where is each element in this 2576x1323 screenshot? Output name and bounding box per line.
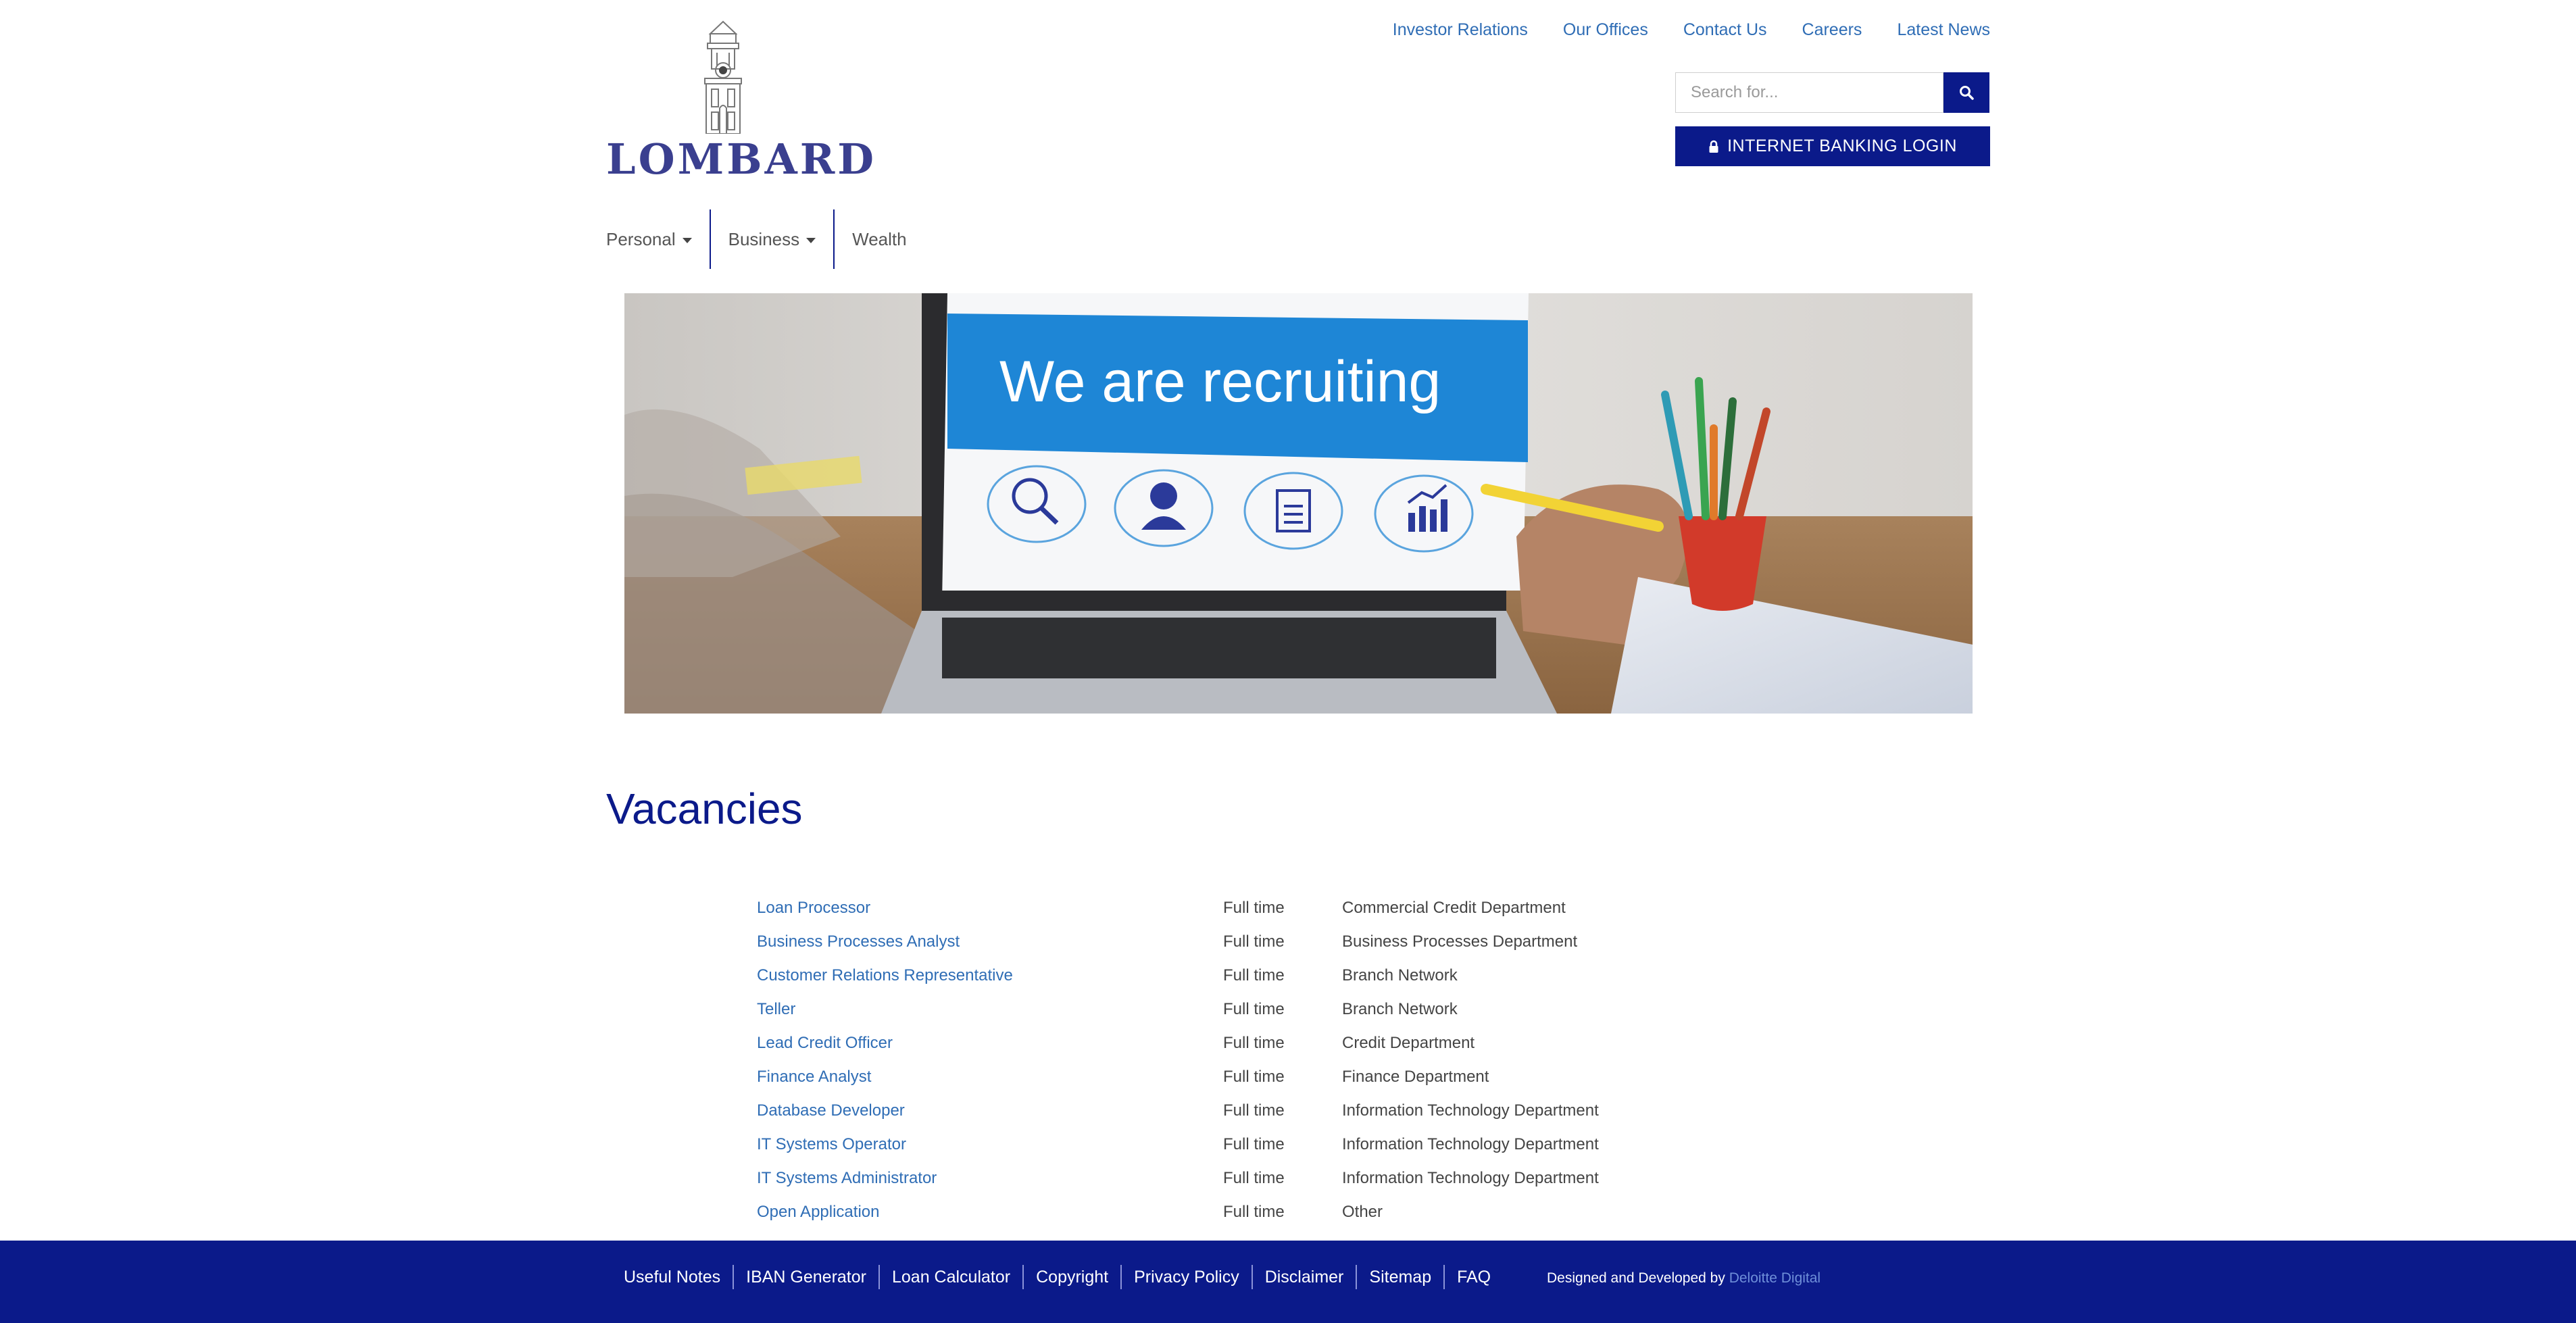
vacancy-type: Full time <box>1223 1068 1285 1086</box>
table-row: Lead Credit Officer Full time Credit Dep… <box>757 1026 1680 1060</box>
table-row: Customer Relations Representative Full t… <box>757 959 1680 993</box>
nav-personal[interactable]: Personal <box>606 209 710 269</box>
credit-prefix: Designed and Developed by <box>1547 1270 1725 1286</box>
table-row: IT Systems Operator Full time Informatio… <box>757 1128 1680 1162</box>
footer-link-iban-generator[interactable]: IBAN Generator <box>734 1268 878 1287</box>
vacancy-type: Full time <box>1223 966 1285 984</box>
vacancy-department: Business Processes Department <box>1342 932 1578 951</box>
table-row: IT Systems Administrator Full time Infor… <box>757 1162 1680 1195</box>
nav-business[interactable]: Business <box>711 209 834 269</box>
vacancy-link[interactable]: IT Systems Operator <box>757 1135 1223 1154</box>
nav-wealth[interactable]: Wealth <box>835 209 924 269</box>
table-row: Teller Full time Branch Network <box>757 993 1680 1026</box>
main-nav: Personal Business Wealth <box>606 209 924 269</box>
hero-headline: We are recruiting <box>999 349 1441 414</box>
vacancy-link[interactable]: Customer Relations Representative <box>757 966 1223 985</box>
search-button[interactable] <box>1943 72 1989 113</box>
footer-link-sitemap[interactable]: Sitemap <box>1357 1268 1443 1287</box>
vacancy-link[interactable]: Database Developer <box>757 1101 1223 1120</box>
table-row: Database Developer Full time Information… <box>757 1094 1680 1128</box>
vacancy-type: Full time <box>1223 899 1285 917</box>
vacancy-link[interactable]: Loan Processor <box>757 899 1223 918</box>
table-row: Finance Analyst Full time Finance Depart… <box>757 1060 1680 1094</box>
lock-icon <box>1709 140 1718 153</box>
footer-link-faq[interactable]: FAQ <box>1445 1268 1503 1287</box>
vacancy-link[interactable]: Open Application <box>757 1203 1223 1222</box>
vacancy-department: Credit Department <box>1342 1034 1475 1052</box>
credit-link-deloitte-digital[interactable]: Deloitte Digital <box>1729 1270 1820 1286</box>
table-row: Loan Processor Full time Commercial Cred… <box>757 891 1680 925</box>
building-tower-icon <box>704 20 742 134</box>
footer-link-copyright[interactable]: Copyright <box>1024 1268 1120 1287</box>
vacancy-department: Branch Network <box>1342 966 1458 984</box>
vacancy-department: Commercial Credit Department <box>1342 899 1566 917</box>
table-row: Open Application Full time Other <box>757 1195 1680 1229</box>
top-link-our-offices[interactable]: Our Offices <box>1563 20 1648 40</box>
lombard-logo[interactable]: LOMBARD <box>606 19 874 180</box>
search-input[interactable] <box>1675 72 1943 113</box>
vacancy-type: Full time <box>1223 1135 1285 1153</box>
search-form <box>1675 72 1989 113</box>
vacancy-department: Information Technology Department <box>1342 1101 1599 1120</box>
footer-link-privacy-policy[interactable]: Privacy Policy <box>1122 1268 1252 1287</box>
table-row: Business Processes Analyst Full time Bus… <box>757 925 1680 959</box>
top-utility-nav: Investor Relations Our Offices Contact U… <box>1393 20 1990 40</box>
recruiting-hero-image: We are recruiting <box>624 293 1973 714</box>
nav-personal-label: Personal <box>606 228 676 249</box>
vacancy-type: Full time <box>1223 1169 1285 1187</box>
search-icon <box>1960 86 1974 100</box>
vacancies-heading: Vacancies <box>606 784 803 833</box>
vacancy-link[interactable]: IT Systems Administrator <box>757 1169 1223 1188</box>
site-footer: Useful Notes IBAN Generator Loan Calcula… <box>0 1241 2576 1323</box>
vacancy-link[interactable]: Teller <box>757 1000 1223 1019</box>
vacancy-link[interactable]: Business Processes Analyst <box>757 932 1223 951</box>
vacancy-type: Full time <box>1223 1203 1285 1221</box>
caret-down-icon <box>682 238 692 243</box>
footer-nav: Useful Notes IBAN Generator Loan Calcula… <box>624 1265 1503 1289</box>
vacancy-department: Branch Network <box>1342 1000 1458 1018</box>
top-link-latest-news[interactable]: Latest News <box>1897 20 1990 40</box>
vacancy-type: Full time <box>1223 1101 1285 1120</box>
footer-link-loan-calculator[interactable]: Loan Calculator <box>880 1268 1022 1287</box>
login-label: INTERNET BANKING LOGIN <box>1727 136 1957 155</box>
hero-illustration: We are recruiting <box>624 293 1973 714</box>
top-link-investor-relations[interactable]: Investor Relations <box>1393 20 1528 40</box>
top-link-careers[interactable]: Careers <box>1802 20 1862 40</box>
vacancy-department: Information Technology Department <box>1342 1169 1599 1187</box>
vacancy-type: Full time <box>1223 1000 1285 1018</box>
caret-down-icon <box>806 238 816 243</box>
nav-business-label: Business <box>728 228 800 249</box>
vacancy-department: Information Technology Department <box>1342 1135 1599 1153</box>
vacancy-link[interactable]: Finance Analyst <box>757 1068 1223 1087</box>
vacancy-link[interactable]: Lead Credit Officer <box>757 1034 1223 1053</box>
vacancies-table: Loan Processor Full time Commercial Cred… <box>757 891 1680 1229</box>
vacancy-department: Finance Department <box>1342 1068 1489 1086</box>
footer-credit: Designed and Developed by Deloitte Digit… <box>1547 1270 1820 1287</box>
vacancy-department: Other <box>1342 1203 1383 1221</box>
footer-link-useful-notes[interactable]: Useful Notes <box>624 1268 733 1287</box>
footer-link-disclaimer[interactable]: Disclaimer <box>1253 1268 1356 1287</box>
brand-wordmark: LOMBARD <box>606 134 877 184</box>
vacancy-type: Full time <box>1223 1034 1285 1052</box>
internet-banking-login-button[interactable]: INTERNET BANKING LOGIN <box>1675 126 1990 166</box>
top-link-contact-us[interactable]: Contact Us <box>1683 20 1767 40</box>
vacancy-type: Full time <box>1223 932 1285 951</box>
nav-wealth-label: Wealth <box>852 228 907 249</box>
